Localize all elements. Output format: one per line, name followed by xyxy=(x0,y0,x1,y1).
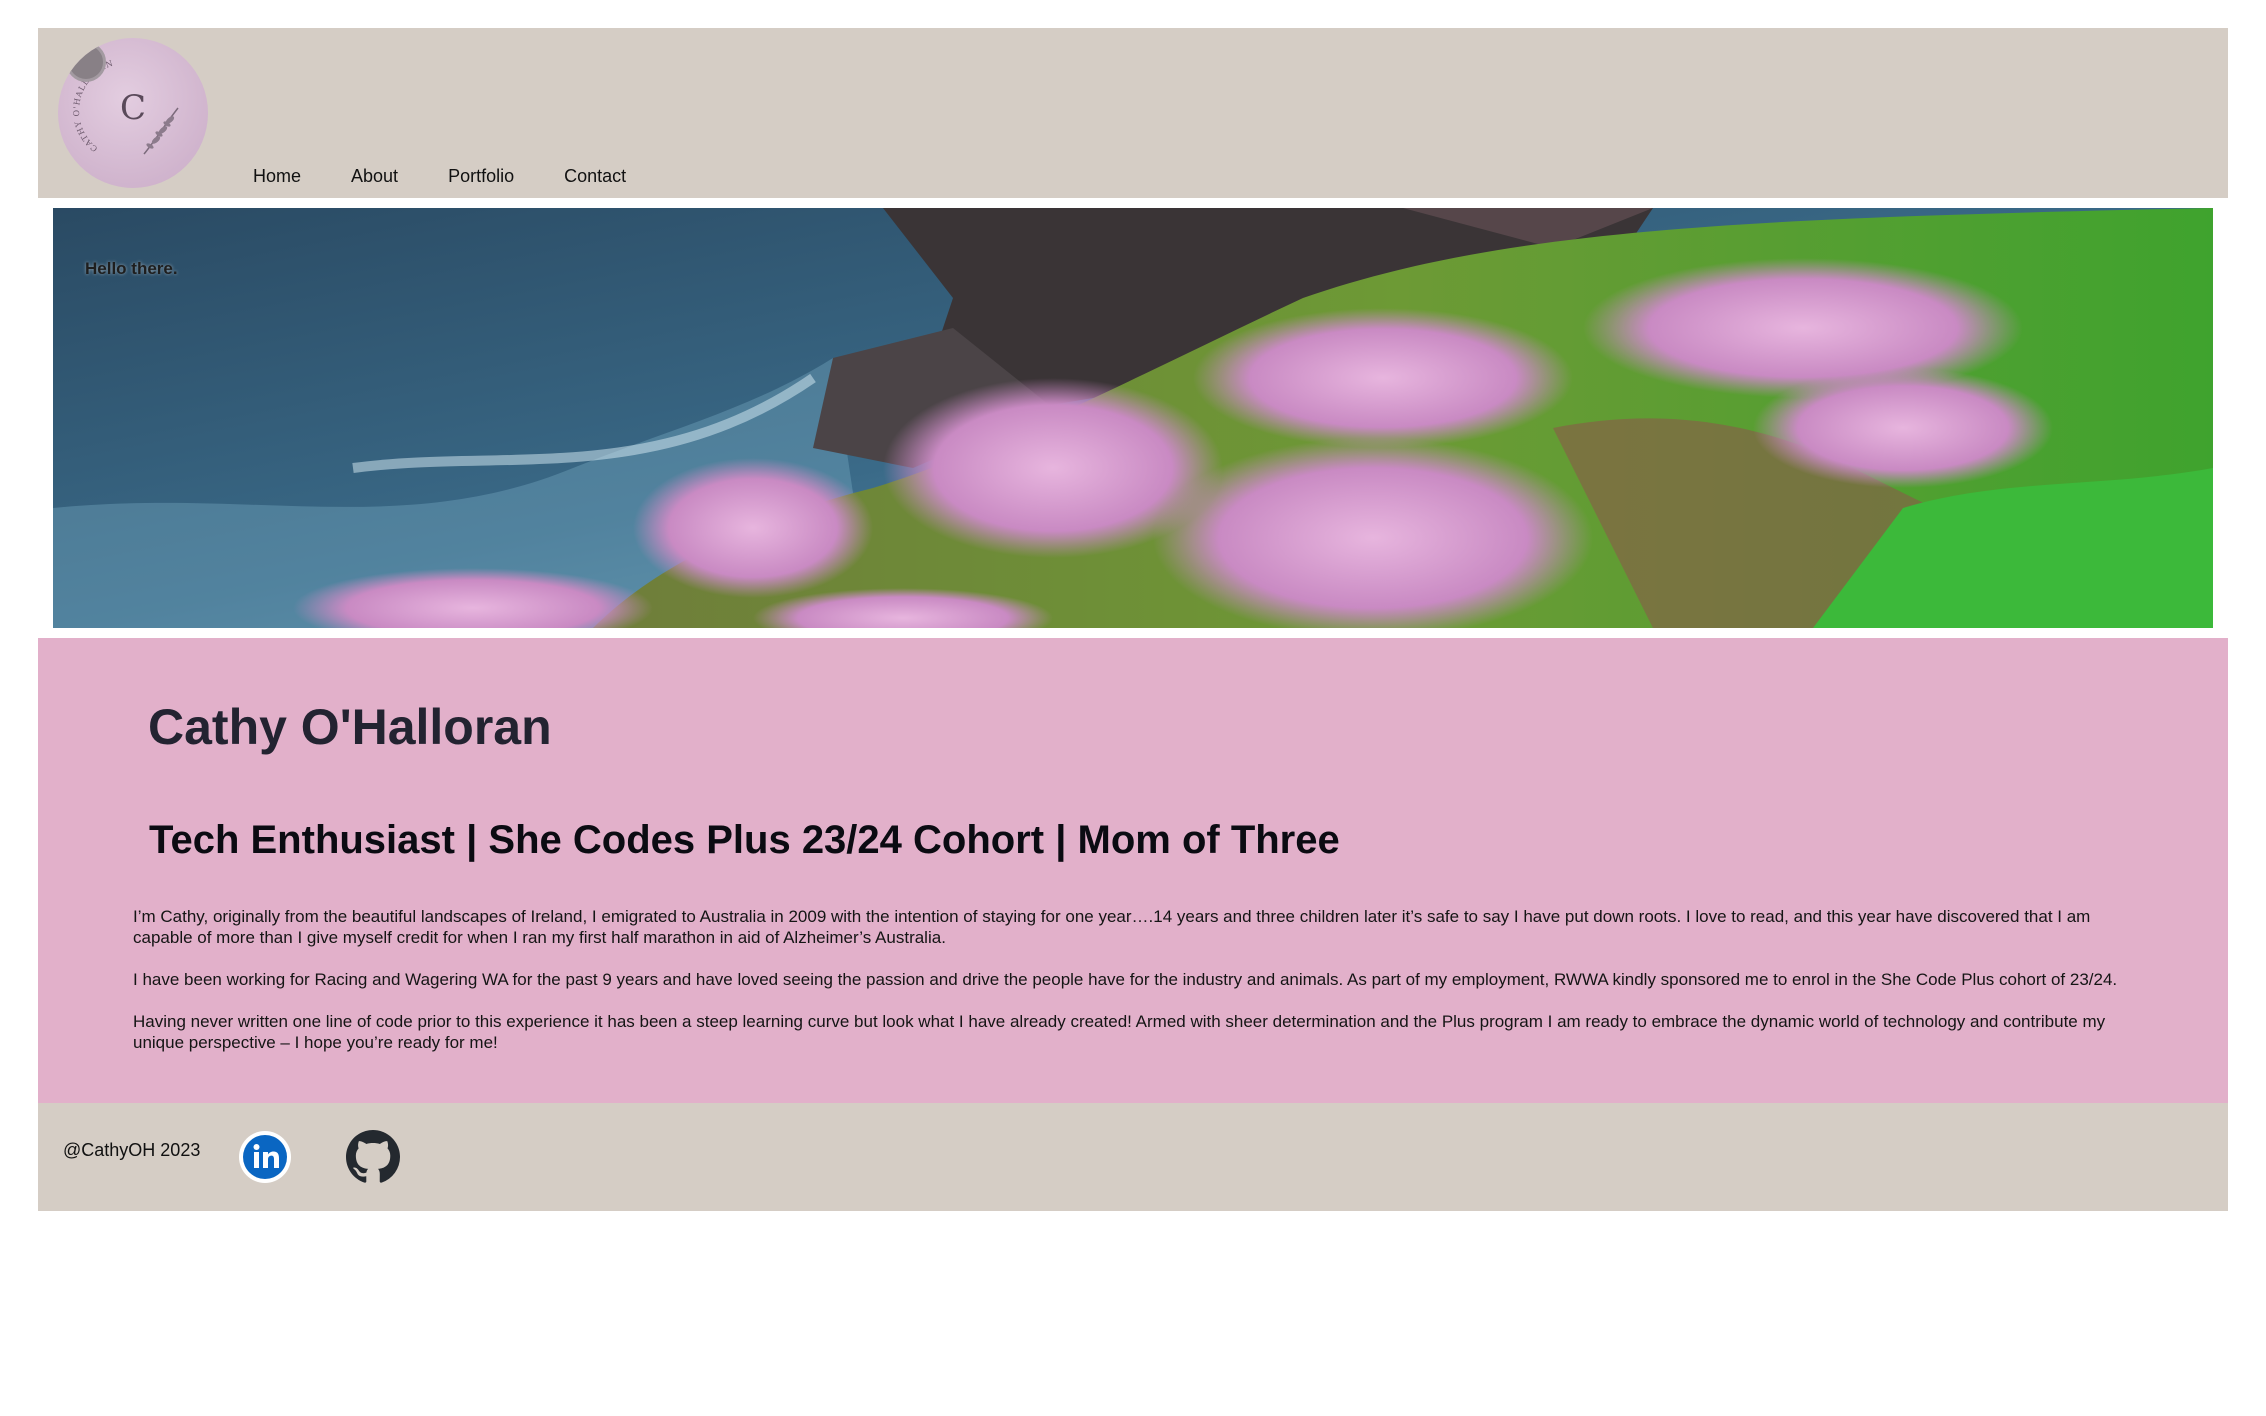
about-paragraph: I have been working for Racing and Wager… xyxy=(133,970,2118,989)
linkedin-link[interactable] xyxy=(238,1130,292,1184)
linkedin-icon xyxy=(239,1131,291,1183)
site-header: CATHY O'HALLORAN C Home About Portfolio … xyxy=(38,28,2228,198)
site-footer: @CathyOH 2023 xyxy=(38,1103,2228,1211)
about-body: I’m Cathy, originally from the beautiful… xyxy=(133,906,2143,1074)
nav-contact-link[interactable]: Contact xyxy=(564,166,626,187)
tagline: Tech Enthusiast | She Codes Plus 23/24 C… xyxy=(149,818,1340,862)
github-link[interactable] xyxy=(346,1130,400,1184)
page: CATHY O'HALLORAN C Home About Portfolio … xyxy=(0,0,2266,1416)
hero-landscape-image xyxy=(53,208,2213,628)
copyright-text: @CathyOH 2023 xyxy=(63,1140,201,1160)
logo[interactable]: CATHY O'HALLORAN C xyxy=(58,38,208,188)
main-nav: Home About Portfolio Contact xyxy=(253,166,676,187)
sprig-icon xyxy=(143,107,179,155)
nav-about-link[interactable]: About xyxy=(351,166,398,187)
nav-portfolio-link[interactable]: Portfolio xyxy=(448,166,514,187)
about-paragraph: I’m Cathy, originally from the beautiful… xyxy=(133,907,2091,947)
hero-greeting: Hello there. xyxy=(85,259,178,278)
page-title: Cathy O'Halloran xyxy=(148,699,552,755)
github-icon xyxy=(346,1130,400,1183)
logo-dot xyxy=(66,42,106,82)
hero-banner: Hello there. xyxy=(53,208,2213,628)
about-section: Cathy O'Halloran Tech Enthusiast | She C… xyxy=(38,638,2228,1103)
about-paragraph: Having never written one line of code pr… xyxy=(133,1012,2106,1052)
nav-home-link[interactable]: Home xyxy=(253,166,301,187)
